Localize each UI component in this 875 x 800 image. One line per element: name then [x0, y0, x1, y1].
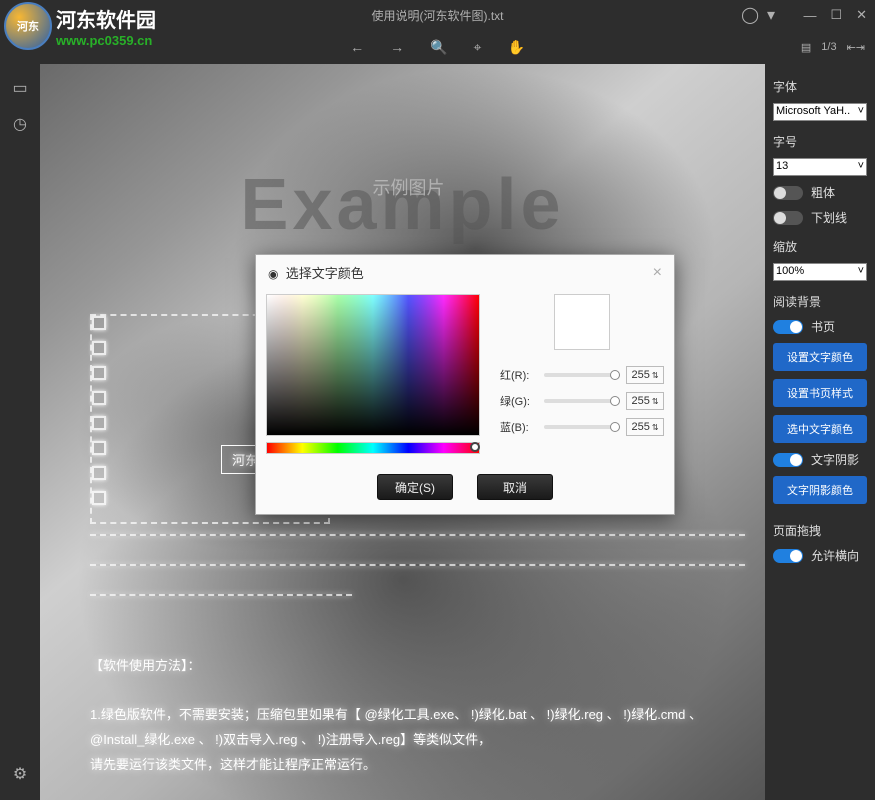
zoom-label: 缩放 — [773, 238, 867, 255]
hue-slider[interactable] — [266, 442, 480, 454]
usage-heading: 【软件使用方法】： — [90, 654, 745, 679]
zoom-select[interactable]: 100%˅ — [773, 263, 867, 281]
hue-thumb[interactable] — [470, 442, 480, 452]
horizontal-drag-toggle[interactable] — [773, 549, 803, 563]
user-icon[interactable]: ◯ — [741, 5, 759, 25]
slider-thumb[interactable] — [610, 370, 620, 380]
maximize-button[interactable]: ☐ — [830, 7, 842, 23]
page-style-button[interactable]: 设置书页样式 — [773, 379, 867, 407]
color-preview — [554, 294, 610, 350]
checkbox[interactable] — [92, 466, 106, 480]
g-value[interactable]: 255⇅ — [626, 392, 664, 410]
doc-icon[interactable]: ▭ — [12, 78, 27, 98]
fit-width-icon[interactable]: ⇤⇥ — [847, 41, 865, 54]
left-sidebar: ▭ ◷ ⚙ — [0, 64, 40, 800]
page-toggle[interactable] — [773, 320, 803, 334]
font-select[interactable]: Microsoft YaH..˅ — [773, 103, 867, 121]
selection-color-button[interactable]: 选中文字颜色 — [773, 415, 867, 443]
window-controls: — ☐ ✕ — [803, 7, 867, 23]
usage-text: 【软件使用方法】： 1.绿色版软件，不需要安装；压缩包里如果有【 @绿化工具.e… — [90, 654, 745, 800]
drag-label: 页面拖拽 — [773, 522, 867, 539]
r-slider[interactable] — [544, 373, 620, 377]
page-label: 书页 — [811, 318, 835, 335]
slider-thumb[interactable] — [610, 422, 620, 432]
r-value[interactable]: 255⇅ — [626, 366, 664, 384]
b-value[interactable]: 255⇅ — [626, 418, 664, 436]
dialog-close-button[interactable]: × — [653, 264, 662, 282]
checkbox[interactable] — [92, 366, 106, 380]
close-button[interactable]: ✕ — [856, 7, 867, 23]
color-field[interactable] — [266, 294, 480, 436]
size-select[interactable]: 13˅ — [773, 158, 867, 176]
page-indicator: 1/3 — [821, 41, 836, 53]
checkbox[interactable] — [92, 441, 106, 455]
checkbox[interactable] — [92, 391, 106, 405]
forward-button[interactable]: → — [390, 39, 404, 55]
text-color-button[interactable]: 设置文字颜色 — [773, 343, 867, 371]
watermark-text: 河东软件园 www.pc0359.cn — [56, 4, 156, 48]
chevron-down-icon[interactable]: ▾ — [767, 5, 775, 25]
toolbar-center: ← → 🔍 ⌖ ✋ — [350, 39, 525, 56]
checkbox[interactable] — [92, 416, 106, 430]
r-label: 红(R): — [500, 367, 538, 383]
shadow-toggle[interactable] — [773, 453, 803, 467]
font-label: 字体 — [773, 78, 867, 95]
g-label: 绿(G): — [500, 393, 538, 409]
properties-panel: 字体 Microsoft YaH..˅ 字号 13˅ 粗体 下划线 缩放 100… — [765, 64, 875, 800]
dropper-icon: ◉ — [268, 267, 278, 281]
dialog-title: 选择文字颜色 — [286, 266, 364, 281]
history-icon[interactable]: ◷ — [13, 114, 27, 134]
cursor-tool-icon[interactable]: ⌖ — [474, 39, 482, 56]
cancel-button[interactable]: 取消 — [477, 474, 553, 500]
usage-line: 请先要运行该类文件，这样才能让程序正常运行。 — [90, 753, 745, 778]
toolbar-right: ▤ 1/3 ⇤⇥ — [801, 41, 865, 54]
checkbox[interactable] — [92, 341, 106, 355]
hand-tool-icon[interactable]: ✋ — [507, 39, 524, 56]
b-label: 蓝(B): — [500, 419, 538, 435]
site-logo: 河东 — [4, 2, 52, 50]
shadow-label: 文字阴影 — [811, 451, 859, 468]
example-cn: 示例图片 — [373, 174, 445, 200]
user-menu[interactable]: ◯ ▾ — [741, 5, 775, 25]
watermark: 河东 河东软件园 www.pc0359.cn — [4, 2, 156, 50]
checkbox[interactable] — [92, 316, 106, 330]
drag-toggle-label: 允许横向 — [811, 547, 859, 564]
search-button[interactable]: 🔍 — [430, 39, 447, 56]
rgb-controls: 红(R): 255⇅ 绿(G): 255⇅ 蓝(B): 255⇅ — [500, 294, 664, 444]
settings-icon[interactable]: ⚙ — [13, 764, 27, 784]
color-picker-dialog: ◉ 选择文字颜色 × 红(R): 255⇅ 绿(G): 255⇅ 蓝(B): 2… — [255, 254, 675, 515]
usage-line: 1.绿色版软件，不需要安装；压缩包里如果有【 @绿化工具.exe、 !)绿化.b… — [90, 703, 745, 752]
dashed-lines — [90, 534, 745, 624]
b-slider[interactable] — [544, 425, 620, 429]
color-area-wrap — [266, 294, 480, 454]
underline-label: 下划线 — [811, 209, 847, 226]
underline-toggle[interactable] — [773, 211, 803, 225]
minimize-button[interactable]: — — [803, 8, 816, 23]
size-label: 字号 — [773, 133, 867, 150]
watermark-url: www.pc0359.cn — [56, 33, 156, 48]
shadow-color-button[interactable]: 文字阴影颜色 — [773, 476, 867, 504]
bold-toggle[interactable] — [773, 186, 803, 200]
watermark-cn: 河东软件园 — [56, 4, 156, 33]
dialog-titlebar[interactable]: ◉ 选择文字颜色 × — [256, 255, 674, 290]
ok-button[interactable]: 确定(S) — [377, 474, 453, 500]
page-width-icon[interactable]: ▤ — [801, 41, 811, 54]
window-title: 使用说明(河东软件图).txt — [372, 7, 504, 24]
g-slider[interactable] — [544, 399, 620, 403]
slider-thumb[interactable] — [610, 396, 620, 406]
back-button[interactable]: ← — [350, 39, 364, 55]
bold-label: 粗体 — [811, 184, 835, 201]
checkbox[interactable] — [92, 491, 106, 505]
readbg-label: 阅读背景 — [773, 293, 867, 310]
checkbox-column — [92, 316, 106, 505]
